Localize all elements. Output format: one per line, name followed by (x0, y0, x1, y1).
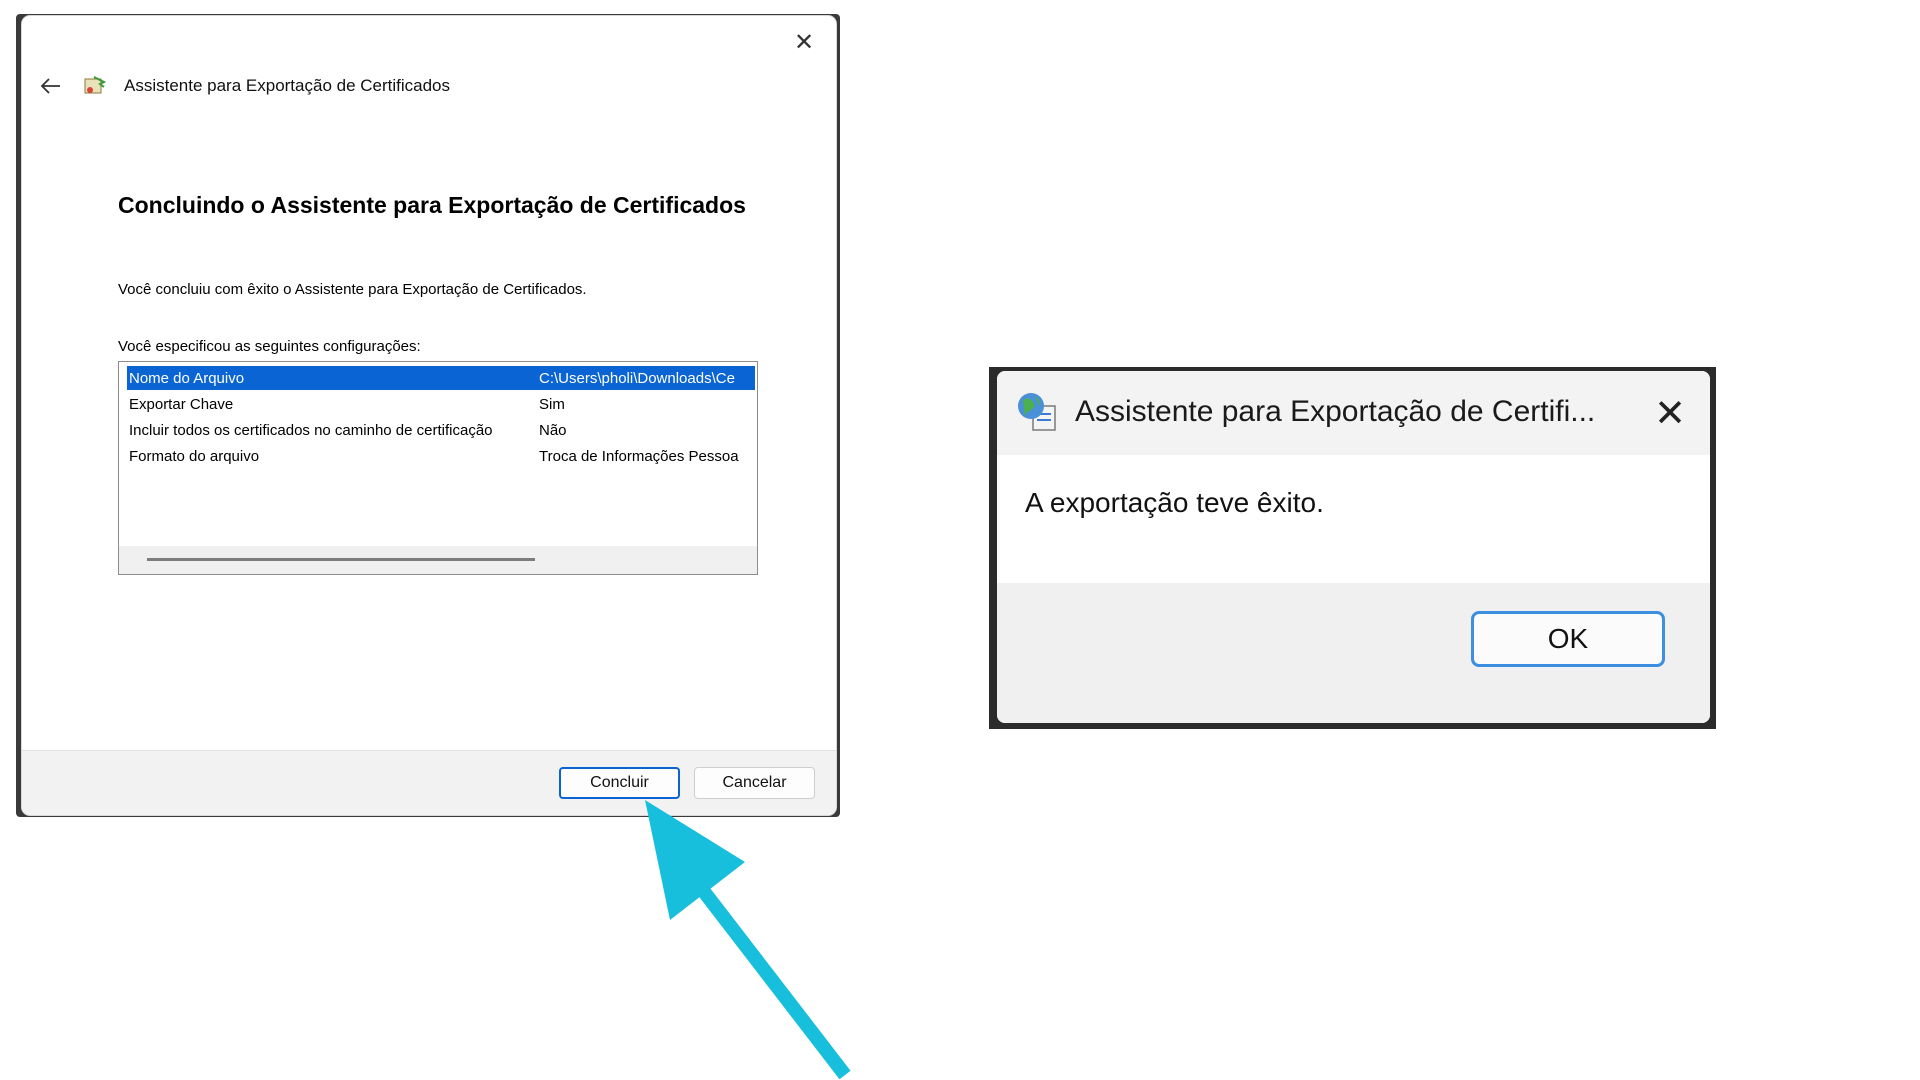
setting-key: Formato do arquivo (129, 447, 260, 465)
setting-key: Exportar Chave (129, 395, 234, 413)
back-arrow-icon[interactable] (36, 71, 66, 101)
setting-value: Troca de Informações Pessoa (539, 447, 739, 465)
setting-value: Não (539, 421, 567, 439)
dialog-title: Assistente para Exportação de Certifi... (1075, 395, 1596, 428)
page-heading: Concluindo o Assistente para Exportação … (118, 192, 746, 218)
setting-key: Incluir todos os certificados no caminho… (129, 421, 493, 439)
setting-value: C:\Users\pholi\Downloads\Ce (539, 369, 735, 387)
settings-list[interactable]: Nome do Arquivo C:\Users\pholi\Downloads… (118, 361, 758, 575)
settings-row-filename[interactable]: Nome do Arquivo C:\Users\pholi\Downloads… (127, 366, 755, 390)
success-message: Você concluiu com êxito o Assistente par… (118, 281, 587, 298)
scrollbar-thumb[interactable] (147, 558, 535, 561)
annotation-arrow-icon (645, 800, 851, 1080)
wizard-title: Assistente para Exportação de Certificad… (124, 76, 451, 95)
setting-key: Nome do Arquivo (129, 369, 245, 387)
settings-list-label: Você especificou as seguintes configuraç… (118, 338, 421, 355)
wizard-titlebar: Assistente para Exportação de Certificad… (36, 68, 776, 104)
settings-row-include-chain[interactable]: Incluir todos os certificados no caminho… (127, 418, 755, 442)
settings-row-file-format[interactable]: Formato do arquivo Troca de Informações … (127, 444, 755, 468)
horizontal-scrollbar[interactable] (119, 546, 757, 574)
setting-value: Sim (539, 395, 565, 413)
close-icon[interactable]: ✕ (1648, 391, 1692, 435)
export-wizard-window: ✕ Assistente para Exportação de Certific… (22, 16, 836, 815)
dialog-body: A exportação teve êxito. (997, 455, 1710, 583)
ok-button[interactable]: OK (1471, 611, 1665, 667)
export-success-dialog: Assistente para Exportação de Certifi...… (997, 371, 1710, 723)
certificate-wizard-icon (82, 73, 108, 99)
close-icon[interactable]: ✕ (786, 26, 822, 58)
dialog-titlebar: Assistente para Exportação de Certifi...… (997, 371, 1710, 455)
certificate-globe-icon (1018, 393, 1056, 431)
dialog-footer: OK (997, 583, 1710, 723)
settings-row-export-key[interactable]: Exportar Chave Sim (127, 392, 755, 416)
dialog-message: A exportação teve êxito. (1025, 487, 1324, 518)
